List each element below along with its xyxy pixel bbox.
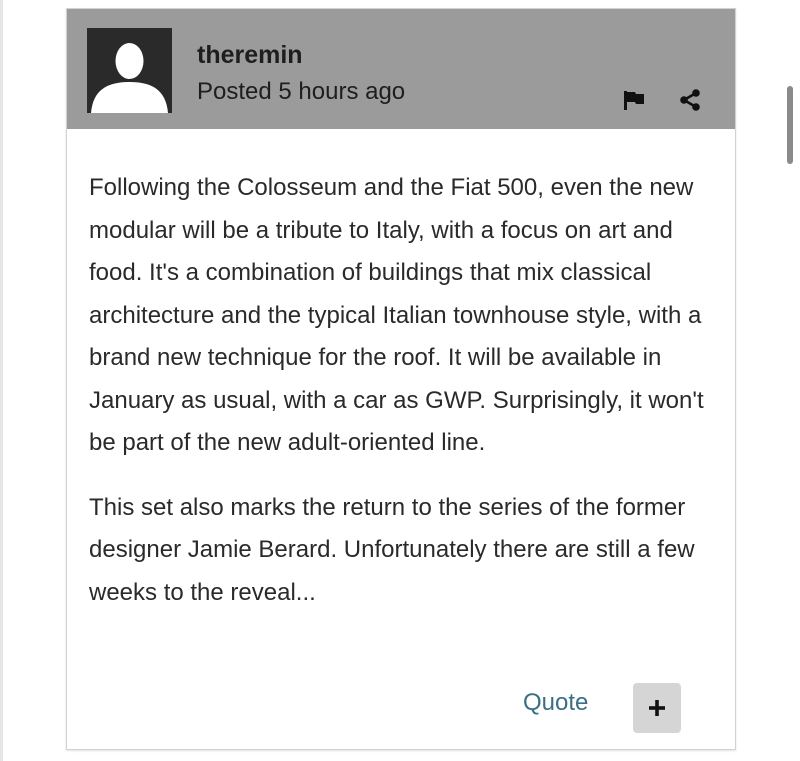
add-button[interactable] (633, 683, 681, 733)
user-silhouette-icon (91, 43, 168, 113)
avatar[interactable] (87, 28, 172, 113)
scrollbar-thumb[interactable] (787, 86, 793, 164)
post-body: Following the Colosseum and the Fiat 500… (89, 167, 719, 614)
flag-icon[interactable] (623, 89, 645, 111)
page-left-edge (0, 0, 3, 761)
post-paragraph: This set also marks the return to the se… (89, 493, 695, 606)
share-icon[interactable] (678, 88, 702, 112)
post-author[interactable]: theremin (197, 43, 303, 68)
post-header: theremin Posted 5 hours ago (67, 9, 735, 129)
forum-post-card: theremin Posted 5 hours ago Following th… (66, 8, 736, 750)
post-paragraph: Following the Colosseum and the Fiat 500… (89, 174, 704, 456)
quote-button[interactable]: Quote (523, 691, 588, 715)
post-timestamp: Posted 5 hours ago (197, 78, 406, 105)
plus-icon (649, 700, 665, 716)
